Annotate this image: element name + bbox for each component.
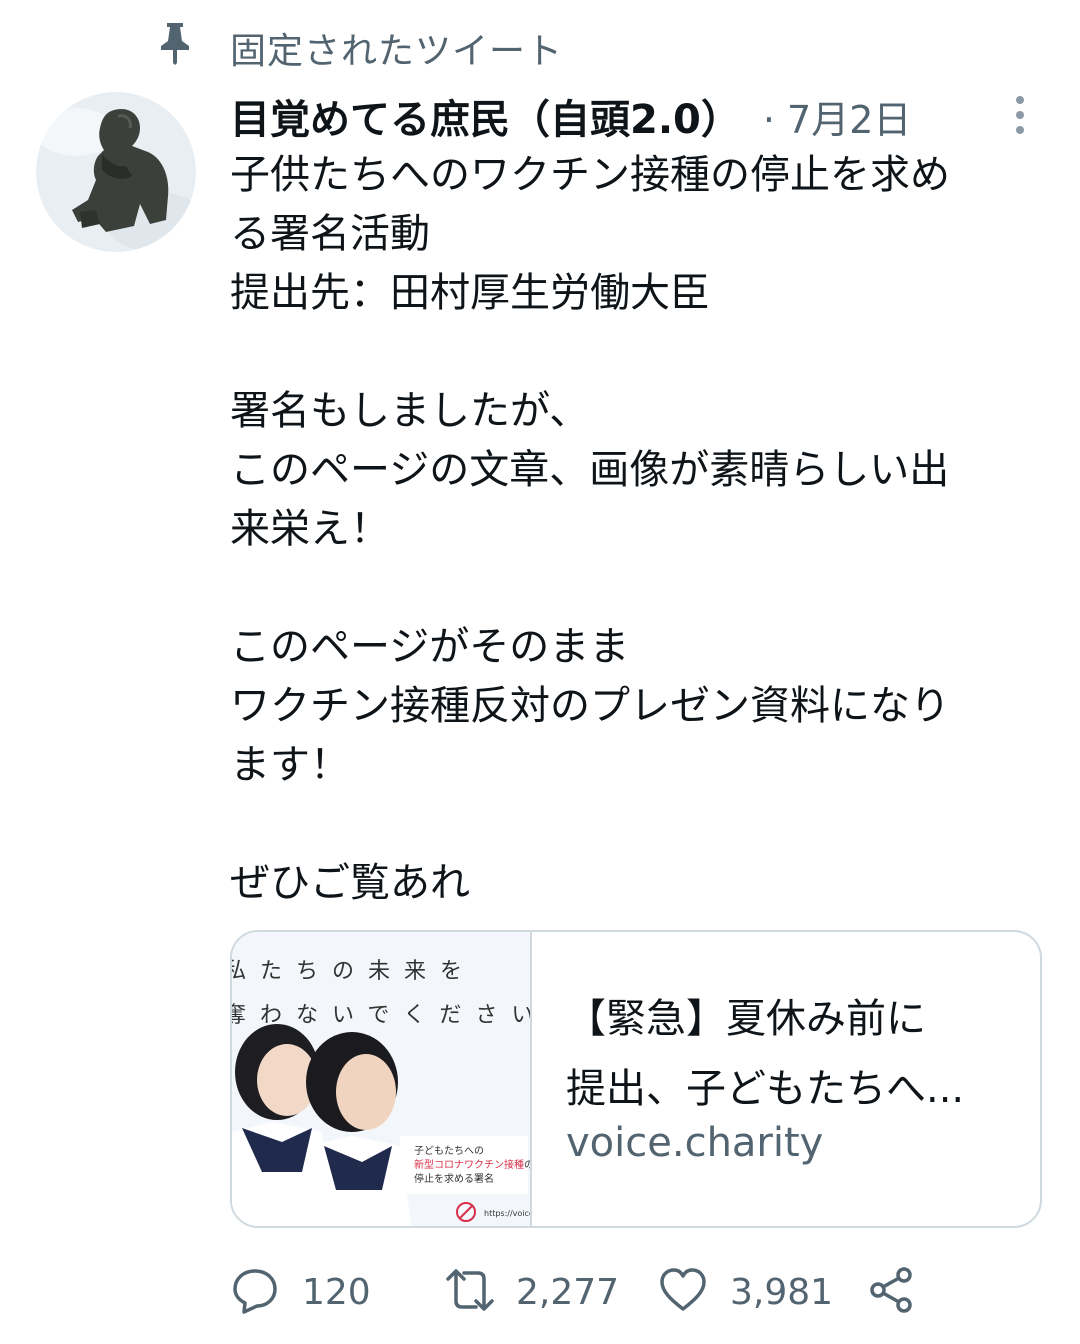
more-dot-icon: [1016, 111, 1024, 119]
link-preview-card[interactable]: 私たちの未来を 奪わないでください 子どもたちへの 新型コロナワクチン接種の 停…: [230, 930, 1042, 1228]
tweet-date[interactable]: · 7月2日: [763, 89, 912, 144]
tweet-text-line: 来栄え！: [230, 506, 390, 552]
like-button[interactable]: 3,981: [658, 1262, 833, 1322]
tweet-text-line: [230, 795, 1050, 854]
pinned-label: 固定されたツイート: [230, 31, 564, 72]
more-options-button[interactable]: [1005, 92, 1035, 138]
retweet-button[interactable]: 2,277: [442, 1262, 619, 1322]
tweet-action-bar: 120 2,277 3,981: [230, 1262, 1050, 1322]
caption-highlight: 新型コロナワクチン接種: [414, 1158, 524, 1171]
card-image-headline: 私たちの未来を: [232, 959, 476, 984]
heart-icon: [658, 1265, 708, 1319]
tweet-text-line: 子供たちへのワクチン接種の停止を求め: [230, 152, 950, 198]
share-button[interactable]: [866, 1262, 916, 1322]
card-image-url: https://voice.ch: [484, 1209, 530, 1218]
tweet-text-line: る署名活動: [230, 211, 430, 257]
pin-icon: [155, 20, 195, 66]
pinned-tweet-indicator: 固定されたツイート: [155, 18, 562, 72]
tweet-text-line: このページがそのまま: [230, 624, 630, 670]
card-image-caption: 子どもたちへの: [414, 1145, 484, 1157]
card-title-line: 【緊急】夏休み前に: [566, 996, 926, 1042]
tweet-text-line: [230, 559, 1050, 618]
card-domain: voice.charity: [566, 1120, 824, 1166]
retweet-count: 2,277: [516, 1271, 620, 1313]
tweet-text-line: このページの文章、画像が素晴らしい出: [230, 447, 950, 493]
tweet-header: 目覚めてる庶民（自頭2.0） · 7月2日: [230, 88, 1030, 144]
like-count: 3,981: [730, 1271, 834, 1313]
more-dot-icon: [1016, 126, 1024, 134]
link-preview-image: 私たちの未来を 奪わないでください 子どもたちへの 新型コロナワクチン接種の 停…: [232, 932, 532, 1226]
author-name[interactable]: 目覚めてる庶民（自頭2.0）: [230, 87, 741, 145]
reply-count: 120: [302, 1271, 371, 1313]
more-dot-icon: [1016, 96, 1024, 104]
card-title-line: 提出、子どもたちへ...: [566, 1066, 965, 1112]
share-icon: [866, 1265, 916, 1319]
tweet-text-line: 署名もしましたが、: [230, 388, 590, 434]
reply-button[interactable]: 120: [230, 1262, 371, 1322]
avatar[interactable]: [36, 92, 196, 252]
card-title: 【緊急】夏休み前に 提出、子どもたちへ...: [566, 984, 1026, 1124]
retweet-icon: [442, 1265, 498, 1319]
card-image-caption: 停止を求める署名: [414, 1172, 494, 1185]
caption-tail: の: [524, 1160, 530, 1171]
tweet-text-line: ワクチン接種反対のプレゼン資料になり: [230, 683, 950, 729]
tweet-text-line: ます！: [230, 742, 350, 788]
reply-icon: [230, 1265, 280, 1319]
tweet-text-line: ぜひご覧あれ: [230, 860, 470, 906]
tweet-text: 子供たちへのワクチン接種の停止を求め る署名活動 提出先：田村厚生労働大臣 署名…: [230, 146, 1050, 913]
tweet-text-line: [230, 323, 1050, 382]
tweet-text-line: 提出先：田村厚生労働大臣: [230, 270, 710, 316]
card-image-caption: 新型コロナワクチン接種の: [414, 1158, 530, 1171]
